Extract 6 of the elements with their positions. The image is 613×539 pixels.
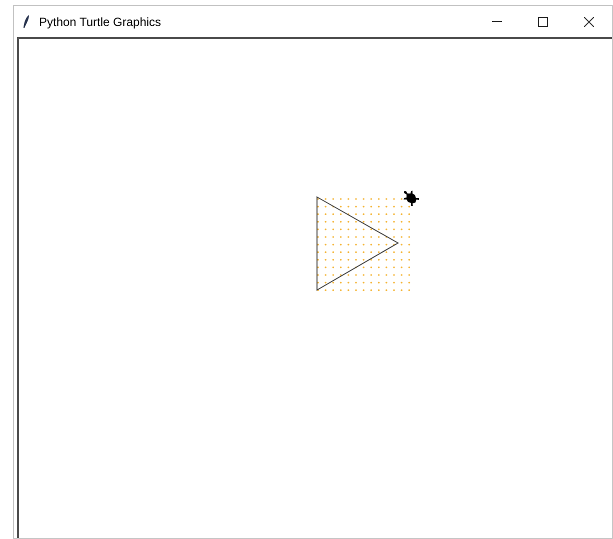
minimize-icon xyxy=(492,21,502,22)
feather-icon xyxy=(23,14,30,28)
turtle-icon xyxy=(404,190,419,206)
maximize-icon xyxy=(538,16,548,26)
close-icon xyxy=(584,16,594,26)
window-title: Python Turtle Graphics xyxy=(39,14,162,30)
